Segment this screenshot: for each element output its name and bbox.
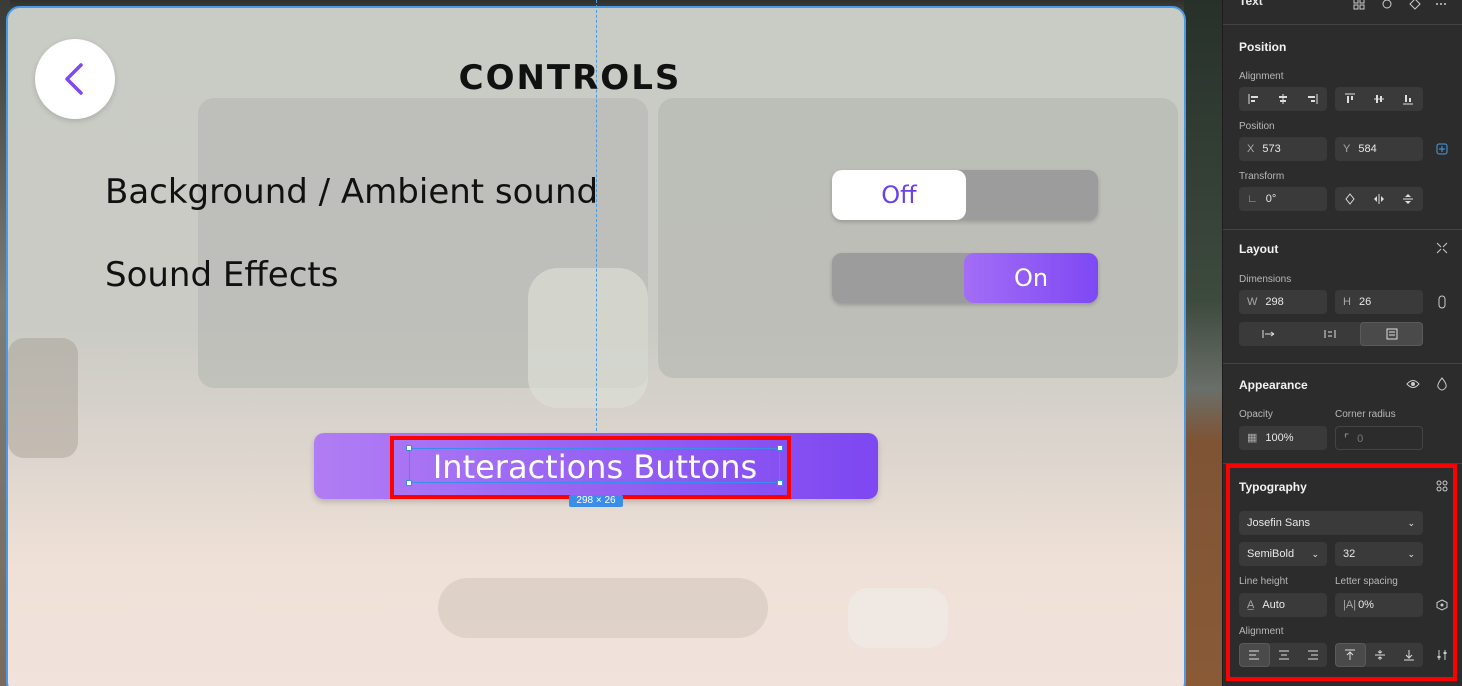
dimensions-label: Dimensions bbox=[1239, 274, 1292, 285]
link-icon[interactable] bbox=[1379, 0, 1395, 12]
align-right-icon[interactable] bbox=[1298, 87, 1327, 111]
x-prefix: X bbox=[1247, 143, 1255, 155]
section-title: Position bbox=[1239, 40, 1287, 54]
y-value: 584 bbox=[1358, 143, 1377, 155]
interactions-button-label[interactable]: Interactions Buttons bbox=[412, 448, 778, 486]
section-title: Layout bbox=[1239, 242, 1279, 256]
width-value: 298 bbox=[1265, 296, 1284, 308]
corner-radius-icon: ⌜ bbox=[1344, 433, 1350, 445]
rotation-value: 0° bbox=[1265, 193, 1277, 205]
align-center-h-icon[interactable] bbox=[1268, 87, 1297, 111]
chevron-left-icon bbox=[65, 63, 83, 95]
position-section: Position Alignment Position X 573 Y 584 Tr… bbox=[1223, 24, 1462, 229]
y-prefix: Y bbox=[1343, 143, 1351, 155]
grid-icon[interactable] bbox=[1351, 0, 1367, 12]
collapse-icon[interactable] bbox=[1434, 240, 1450, 256]
flip-vertical-icon[interactable] bbox=[1394, 187, 1423, 211]
transform-label: Transform bbox=[1239, 171, 1285, 182]
text-resize-group[interactable] bbox=[1239, 322, 1424, 346]
rotation-icon: ∟ bbox=[1247, 193, 1258, 205]
blurred-background-shape bbox=[848, 588, 948, 648]
lock-ratio-icon[interactable] bbox=[1434, 294, 1450, 310]
constraints-icon[interactable] bbox=[1434, 141, 1450, 157]
back-button[interactable] bbox=[35, 39, 115, 119]
align-top-icon[interactable] bbox=[1335, 87, 1364, 111]
height-value: 26 bbox=[1358, 296, 1372, 308]
opacity-field[interactable]: ▦ 100% bbox=[1239, 426, 1327, 450]
transform-group[interactable] bbox=[1335, 187, 1423, 211]
align-left-icon[interactable] bbox=[1239, 87, 1268, 111]
position-label: Position bbox=[1239, 121, 1275, 132]
x-field[interactable]: X 573 bbox=[1239, 137, 1327, 161]
setting-label-ambient-sound: Background / Ambient sound bbox=[105, 172, 599, 212]
opacity-icon: ▦ bbox=[1247, 432, 1258, 444]
background-scene-right bbox=[1184, 0, 1222, 686]
blurred-background-shape bbox=[8, 338, 78, 458]
vertical-align-group[interactable] bbox=[1335, 87, 1423, 111]
layer-type-label: Text bbox=[1239, 0, 1263, 8]
flip-horizontal-icon[interactable] bbox=[1364, 187, 1393, 211]
component-icon[interactable] bbox=[1407, 0, 1423, 12]
page-title: CONTROLS bbox=[458, 58, 682, 98]
design-canvas[interactable]: CONTROLS Background / Ambient sound Off … bbox=[0, 0, 1222, 686]
horizontal-align-group[interactable] bbox=[1239, 87, 1327, 111]
toggle-knob-on[interactable]: On bbox=[964, 253, 1098, 303]
alignment-label: Alignment bbox=[1239, 71, 1284, 82]
eye-icon[interactable] bbox=[1405, 376, 1421, 392]
ambient-sound-toggle[interactable]: Off bbox=[832, 170, 1098, 220]
width-field[interactable]: W 298 bbox=[1239, 290, 1327, 314]
opacity-label: Opacity bbox=[1239, 409, 1273, 420]
fixed-size-icon[interactable] bbox=[1360, 322, 1424, 346]
sound-effects-toggle[interactable]: On bbox=[832, 253, 1098, 303]
blurred-background-shape bbox=[528, 268, 648, 408]
h-prefix: H bbox=[1343, 296, 1351, 308]
rotation-field[interactable]: ∟ 0° bbox=[1239, 187, 1327, 211]
toggle-knob-off[interactable]: Off bbox=[832, 170, 966, 220]
appearance-section: Appearance Opacity Corner radius ▦ 100% ⌜… bbox=[1223, 363, 1462, 463]
opacity-value: 100% bbox=[1265, 432, 1294, 444]
align-middle-v-icon[interactable] bbox=[1364, 87, 1393, 111]
drop-icon[interactable] bbox=[1434, 376, 1450, 392]
align-bottom-icon[interactable] bbox=[1394, 87, 1423, 111]
corner-radius-value: 0 bbox=[1357, 433, 1364, 445]
blurred-background-shape bbox=[658, 98, 1178, 378]
corner-radius-label: Corner radius bbox=[1335, 409, 1396, 420]
more-icon[interactable] bbox=[1433, 0, 1449, 12]
layout-section: Layout Dimensions W 298 H 26 bbox=[1223, 229, 1462, 363]
rotate-icon[interactable] bbox=[1335, 187, 1364, 211]
typography-highlight-box bbox=[1226, 464, 1457, 681]
w-prefix: W bbox=[1247, 296, 1258, 308]
blurred-background-shape bbox=[438, 578, 768, 638]
corner-radius-field[interactable]: ⌜ 0 bbox=[1335, 426, 1423, 450]
auto-height-icon[interactable] bbox=[1300, 322, 1361, 346]
height-field[interactable]: H 26 bbox=[1335, 290, 1423, 314]
setting-label-sound-effects: Sound Effects bbox=[105, 255, 339, 295]
section-title: Appearance bbox=[1239, 378, 1308, 392]
y-field[interactable]: Y 584 bbox=[1335, 137, 1423, 161]
auto-width-icon[interactable] bbox=[1239, 322, 1300, 346]
x-value: 573 bbox=[1262, 143, 1281, 155]
selection-dimensions-tag: 298 × 26 bbox=[569, 495, 623, 507]
